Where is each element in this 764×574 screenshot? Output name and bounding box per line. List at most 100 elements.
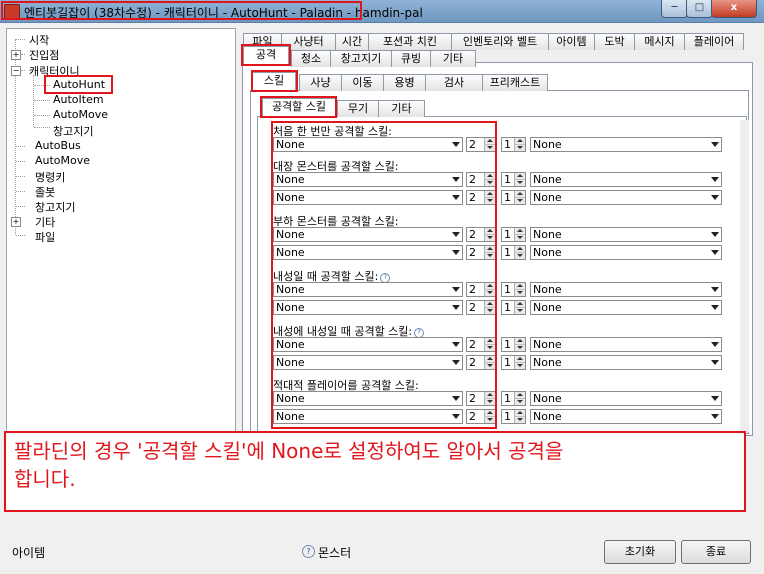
tree-item-automove2[interactable]: AutoMove <box>35 154 90 167</box>
navigation-tree[interactable]: 시작 + 진입점 − 캐릭터이니 AutoHunt AutoItem AutoM… <box>6 28 236 434</box>
maximize-button[interactable]: □ <box>686 0 713 18</box>
order-stepper[interactable]: 1 <box>501 137 526 152</box>
expand-icon[interactable]: + <box>11 217 21 227</box>
tab-cubing[interactable]: 큐빙 <box>391 50 431 67</box>
order-stepper[interactable]: 1 <box>501 172 526 187</box>
spin-down-icon[interactable] <box>514 235 525 241</box>
spin-down-icon[interactable] <box>514 180 525 186</box>
order-stepper[interactable]: 1 <box>501 355 526 370</box>
chevron-down-icon <box>711 396 719 401</box>
secondary-skill-select-value: None <box>533 338 562 351</box>
tree-item-storage[interactable]: 창고지기 <box>53 123 93 139</box>
tree-item-entry[interactable]: 진입점 <box>29 47 59 63</box>
order-stepper[interactable]: 1 <box>501 227 526 242</box>
tree-item-hotkeys[interactable]: 명령키 <box>35 169 65 185</box>
tab-inventory-belt[interactable]: 인벤토리와 벨트 <box>451 33 549 50</box>
spin-down-icon[interactable] <box>514 253 525 259</box>
spin-down-icon[interactable] <box>514 198 525 204</box>
spin-down-icon[interactable] <box>514 363 525 369</box>
tab-clean[interactable]: 청소 <box>291 50 331 67</box>
tree-item-autoitem[interactable]: AutoItem <box>53 93 104 106</box>
spin-down-icon[interactable] <box>514 290 525 296</box>
spin-up-icon[interactable] <box>514 392 525 399</box>
tab-etc[interactable]: 기타 <box>430 50 476 67</box>
order-stepper[interactable]: 1 <box>501 300 526 315</box>
tab-precast[interactable]: 프리캐스트 <box>482 74 548 91</box>
order-stepper[interactable]: 1 <box>501 282 526 297</box>
order-stepper-value: 1 <box>504 410 511 423</box>
order-stepper[interactable]: 1 <box>501 245 526 260</box>
secondary-skill-select[interactable]: None <box>530 227 722 242</box>
order-stepper[interactable]: 1 <box>501 337 526 352</box>
secondary-skill-select[interactable]: None <box>530 409 722 424</box>
tree-item-etc[interactable]: 기타 <box>35 214 55 230</box>
tab-mercenary[interactable]: 용병 <box>383 74 426 91</box>
close-button[interactable]: x <box>711 0 757 18</box>
annotation-line-2: 합니다. <box>14 467 76 491</box>
spin-up-icon[interactable] <box>514 356 525 363</box>
spin-up-icon[interactable] <box>514 410 525 417</box>
title-highlight-box <box>1 1 362 20</box>
spin-up-icon[interactable] <box>514 301 525 308</box>
secondary-skill-select[interactable]: None <box>530 137 722 152</box>
tree-item-autobus[interactable]: AutoBus <box>35 139 81 152</box>
tab-storage[interactable]: 창고지기 <box>330 50 392 67</box>
spin-up-icon[interactable] <box>514 283 525 290</box>
spin-up-icon[interactable] <box>514 191 525 198</box>
order-stepper-value: 1 <box>504 246 511 259</box>
status-bar: 아이템 ? 몬스터 초기화 종료 <box>0 540 764 574</box>
tree-item-storage2[interactable]: 창고지기 <box>35 199 75 215</box>
secondary-skill-select-value: None <box>533 173 562 186</box>
spin-down-icon[interactable] <box>514 399 525 405</box>
spin-up-icon[interactable] <box>514 246 525 253</box>
tree-item-file[interactable]: 파일 <box>35 229 55 245</box>
spin-up-icon[interactable] <box>514 338 525 345</box>
secondary-skill-select[interactable]: None <box>530 190 722 205</box>
tab-potion-chicken[interactable]: 포션과 치킨 <box>368 33 452 50</box>
spin-down-icon[interactable] <box>514 145 525 151</box>
tab-item[interactable]: 아이템 <box>548 33 595 50</box>
reset-button[interactable]: 초기화 <box>604 540 676 564</box>
spin-up-icon[interactable] <box>514 173 525 180</box>
tab-move[interactable]: 이동 <box>341 74 384 91</box>
secondary-skill-select-value: None <box>533 392 562 405</box>
secondary-skill-select[interactable]: None <box>530 391 722 406</box>
secondary-skill-select[interactable]: None <box>530 245 722 260</box>
vertical-scrollbar[interactable] <box>740 120 749 432</box>
help-icon[interactable]: ? <box>302 545 315 558</box>
tab-weapon[interactable]: 무기 <box>337 100 379 117</box>
secondary-skill-select[interactable]: None <box>530 282 722 297</box>
tab-inspect[interactable]: 검사 <box>425 74 483 91</box>
tree-item-automove[interactable]: AutoMove <box>53 108 108 121</box>
collapse-icon[interactable]: − <box>11 66 21 76</box>
order-stepper[interactable]: 1 <box>501 391 526 406</box>
secondary-skill-select[interactable]: None <box>530 172 722 187</box>
order-stepper-value: 1 <box>504 338 511 351</box>
tree-item-start[interactable]: 시작 <box>29 32 49 48</box>
order-stepper-value: 1 <box>504 283 511 296</box>
annotation-box: 팔라딘의 경우 '공격할 스킬'에 None로 설정하여도 알아서 공격을 합니… <box>4 431 746 512</box>
secondary-skill-select[interactable]: None <box>530 337 722 352</box>
exit-button[interactable]: 종료 <box>681 540 751 564</box>
tab-message[interactable]: 메시지 <box>634 33 685 50</box>
tab-gamble[interactable]: 도박 <box>594 33 635 50</box>
annotation-line-1: 팔라딘의 경우 '공격할 스킬'에 None로 설정하여도 알아서 공격을 <box>14 439 564 463</box>
spin-up-icon[interactable] <box>514 138 525 145</box>
order-stepper[interactable]: 1 <box>501 409 526 424</box>
order-stepper[interactable]: 1 <box>501 190 526 205</box>
secondary-skill-select[interactable]: None <box>530 300 722 315</box>
tab-hunt[interactable]: 사냥 <box>299 74 342 91</box>
expand-icon[interactable]: + <box>11 50 21 60</box>
spin-up-icon[interactable] <box>514 228 525 235</box>
secondary-skill-select[interactable]: None <box>530 355 722 370</box>
tab-time[interactable]: 시간 <box>335 33 369 50</box>
spin-down-icon[interactable] <box>514 345 525 351</box>
minimize-button[interactable]: ─ <box>661 0 688 18</box>
spin-down-icon[interactable] <box>514 417 525 423</box>
tab-player[interactable]: 플레이어 <box>684 33 744 50</box>
tree-item-jolbot[interactable]: 졸봇 <box>35 184 55 200</box>
chevron-down-icon <box>711 342 719 347</box>
spin-down-icon[interactable] <box>514 308 525 314</box>
tab-etc-skill[interactable]: 기타 <box>378 100 425 117</box>
order-stepper-value: 1 <box>504 392 511 405</box>
